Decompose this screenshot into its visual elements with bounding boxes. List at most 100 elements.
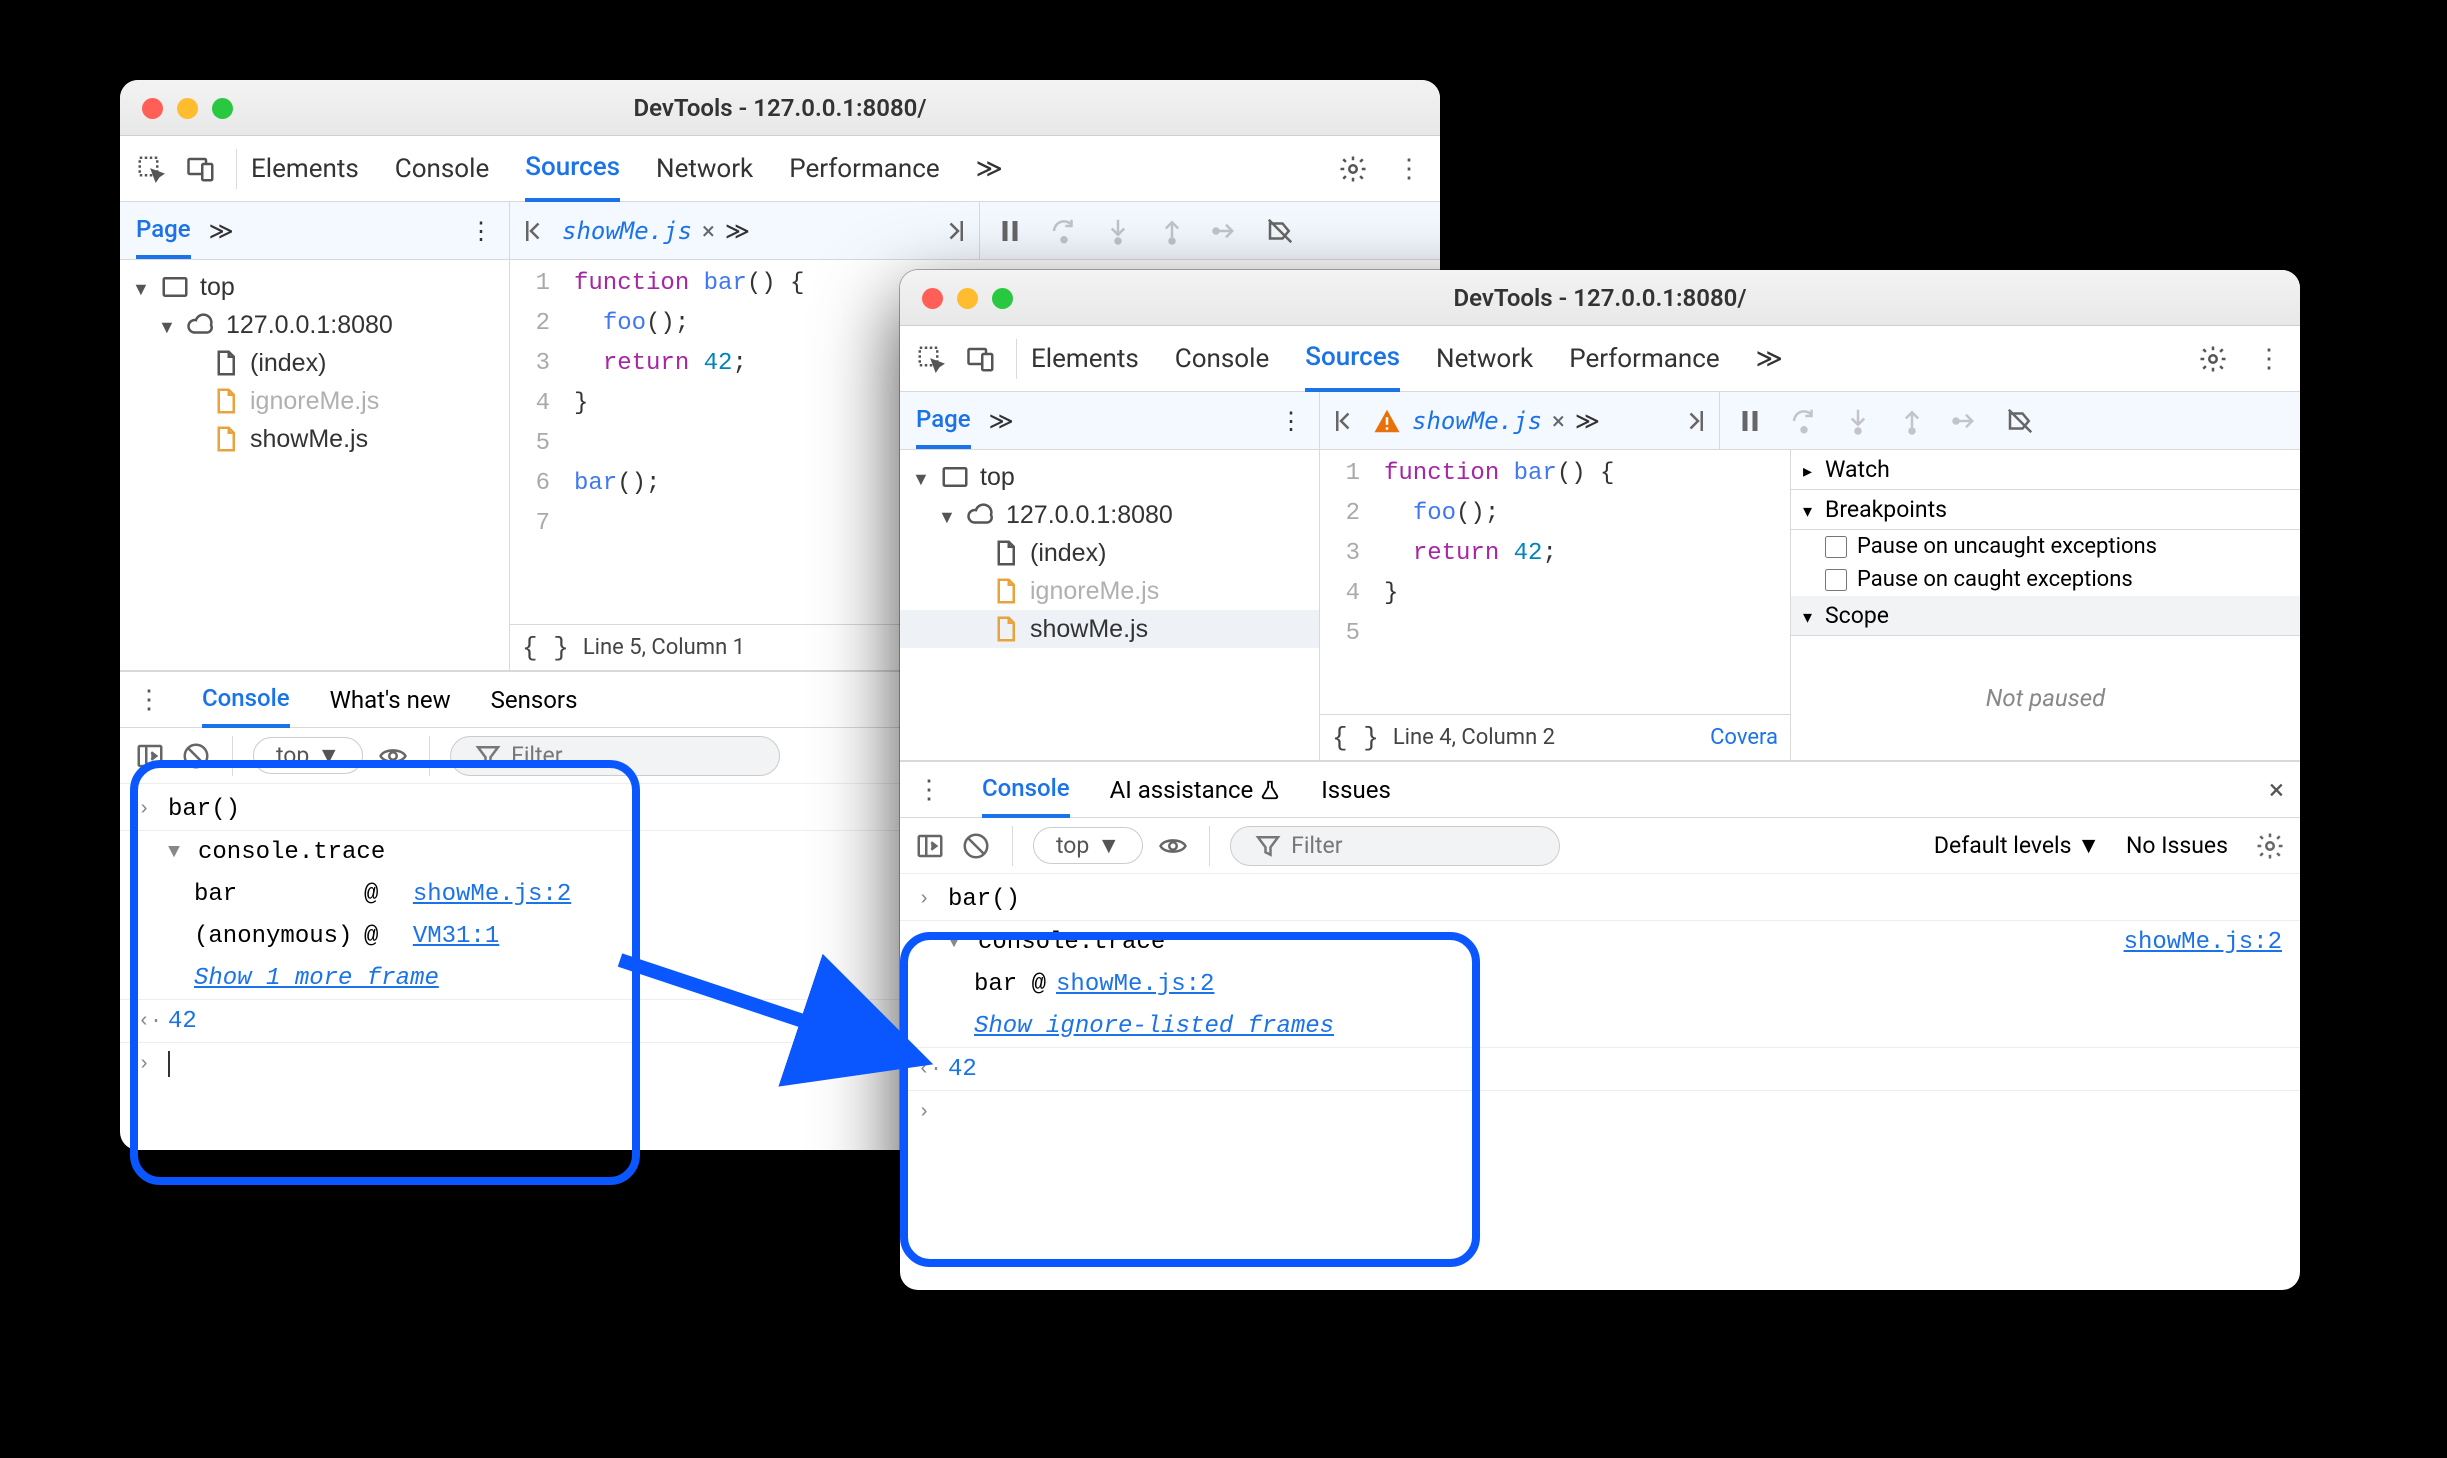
tab-console[interactable]: Console: [1175, 326, 1269, 391]
more-tabs-icon[interactable]: ≫: [976, 136, 1003, 201]
close-tab-icon[interactable]: ×: [702, 217, 715, 245]
kebab-icon[interactable]: ⋮: [2248, 338, 2290, 380]
code-lines[interactable]: function bar() { foo(); return 42;}: [1370, 454, 1614, 714]
tree-top[interactable]: top: [200, 273, 235, 302]
navigator-tree[interactable]: top 127.0.0.1:8080 (index) ignoreMe.js s…: [120, 260, 510, 670]
pretty-print-icon[interactable]: { }: [1332, 723, 1379, 753]
tab-sources[interactable]: Sources: [1305, 327, 1400, 392]
drawer-tab-sensors[interactable]: Sensors: [491, 672, 578, 727]
watch-section[interactable]: Watch: [1791, 450, 2300, 490]
tree-host[interactable]: 127.0.0.1:8080: [226, 311, 393, 340]
show-ignored-frames-link[interactable]: Show ignore-listed frames: [974, 1013, 1334, 1040]
source-link[interactable]: showMe.js:2: [2124, 929, 2282, 956]
step-icon[interactable]: [1210, 215, 1242, 247]
deactivate-breakpoints-icon[interactable]: [2004, 405, 2036, 437]
kebab-icon[interactable]: ⋮: [1388, 148, 1430, 190]
show-more-frames-link[interactable]: Show 1 more frame: [194, 965, 439, 992]
pretty-print-icon[interactable]: { }: [522, 633, 569, 663]
code-lines[interactable]: function bar() { foo(); return 42;}bar()…: [560, 264, 804, 624]
console-filter[interactable]: Filter: [1230, 826, 1560, 866]
live-expression-icon[interactable]: [377, 740, 409, 772]
clear-console-icon[interactable]: [180, 740, 212, 772]
inspect-icon[interactable]: [130, 148, 172, 190]
zoom-window[interactable]: [212, 98, 233, 119]
deactivate-breakpoints-icon[interactable]: [1264, 215, 1296, 247]
inspect-icon[interactable]: [910, 338, 952, 380]
coverage-link[interactable]: Covera: [1710, 725, 1778, 750]
navigator-tab-page[interactable]: Page: [136, 202, 191, 259]
console-filter[interactable]: Filter: [450, 736, 780, 776]
more-tabs-icon[interactable]: ≫: [1756, 326, 1783, 391]
issues-link[interactable]: No Issues: [2126, 832, 2228, 859]
drawer-tab-console[interactable]: Console: [982, 763, 1070, 818]
live-expression-icon[interactable]: [1157, 830, 1189, 862]
drawer-tab-issues[interactable]: Issues: [1321, 762, 1391, 817]
source-link[interactable]: showMe.js:2: [1056, 971, 1214, 998]
drawer-tab-console[interactable]: Console: [202, 673, 290, 728]
minimize-window[interactable]: [957, 288, 978, 309]
console-output[interactable]: ›bar() ▼console.trace showMe.js:2 bar @ …: [900, 874, 2300, 1141]
context-selector[interactable]: top ▼: [253, 737, 363, 774]
pause-icon[interactable]: [1734, 405, 1766, 437]
drawer-tab-ai[interactable]: AI assistance: [1110, 762, 1282, 817]
tab-overflow-icon[interactable]: ≫: [725, 217, 750, 245]
navigator-more-icon[interactable]: ≫: [989, 407, 1014, 435]
tab-performance[interactable]: Performance: [1569, 326, 1719, 391]
tab-elements[interactable]: Elements: [251, 136, 359, 201]
navigator-tree[interactable]: top 127.0.0.1:8080 (index) ignoreMe.js s…: [900, 450, 1320, 760]
pause-caught-checkbox[interactable]: Pause on caught exceptions: [1791, 563, 2300, 596]
step-over-icon[interactable]: [1048, 215, 1080, 247]
close-window[interactable]: [142, 98, 163, 119]
scope-section[interactable]: Scope: [1791, 596, 2300, 636]
console-trace-label[interactable]: console.trace: [978, 929, 1165, 956]
source-link[interactable]: showMe.js:2: [413, 881, 571, 908]
source-link[interactable]: VM31:1: [413, 923, 499, 950]
sidebar-toggle-icon[interactable]: [914, 830, 946, 862]
tab-network[interactable]: Network: [1436, 326, 1533, 391]
step-over-icon[interactable]: [1788, 405, 1820, 437]
tree-file-showme[interactable]: showMe.js: [1030, 615, 1148, 644]
tree-file-index[interactable]: (index): [250, 349, 326, 378]
device-toggle-icon[interactable]: [180, 148, 222, 190]
tab-sources[interactable]: Sources: [525, 137, 620, 202]
console-prompt[interactable]: [168, 1051, 170, 1077]
console-settings-icon[interactable]: [2254, 830, 2286, 862]
close-window[interactable]: [922, 288, 943, 309]
nav-next-icon[interactable]: [1677, 405, 1709, 437]
step-out-icon[interactable]: [1896, 405, 1928, 437]
pause-uncaught-checkbox[interactable]: Pause on uncaught exceptions: [1791, 530, 2300, 563]
step-into-icon[interactable]: [1102, 215, 1134, 247]
drawer-kebab-icon[interactable]: ⋮: [136, 685, 162, 715]
context-selector[interactable]: top ▼: [1033, 827, 1143, 864]
device-toggle-icon[interactable]: [960, 338, 1002, 380]
minimize-window[interactable]: [177, 98, 198, 119]
tree-file-showme[interactable]: showMe.js: [250, 425, 368, 454]
log-levels-selector[interactable]: Default levels ▼: [1934, 832, 2100, 859]
open-file-tab[interactable]: showMe.js: [562, 217, 692, 245]
gear-icon[interactable]: [2192, 338, 2234, 380]
tab-overflow-icon[interactable]: ≫: [1575, 407, 1600, 435]
navigator-tab-page[interactable]: Page: [916, 392, 971, 449]
sidebar-toggle-icon[interactable]: [134, 740, 166, 772]
pause-icon[interactable]: [994, 215, 1026, 247]
drawer-close-icon[interactable]: ×: [2269, 773, 2284, 806]
tab-performance[interactable]: Performance: [789, 136, 939, 201]
breakpoints-section[interactable]: Breakpoints: [1791, 490, 2300, 530]
tab-network[interactable]: Network: [656, 136, 753, 201]
tree-file-index[interactable]: (index): [1030, 539, 1106, 568]
tree-file-ignoreme[interactable]: ignoreMe.js: [1030, 577, 1159, 606]
close-tab-icon[interactable]: ×: [1552, 407, 1565, 435]
gear-icon[interactable]: [1332, 148, 1374, 190]
navigator-kebab-icon[interactable]: ⋮: [469, 217, 493, 245]
navigator-kebab-icon[interactable]: ⋮: [1279, 407, 1303, 435]
tree-top[interactable]: top: [980, 463, 1015, 492]
tab-elements[interactable]: Elements: [1031, 326, 1139, 391]
tab-console[interactable]: Console: [395, 136, 489, 201]
open-file-tab[interactable]: showMe.js: [1412, 407, 1542, 435]
console-trace-label[interactable]: console.trace: [198, 839, 385, 866]
step-out-icon[interactable]: [1156, 215, 1188, 247]
step-icon[interactable]: [1950, 405, 1982, 437]
navigator-more-icon[interactable]: ≫: [209, 217, 234, 245]
nav-next-icon[interactable]: [937, 215, 969, 247]
nav-prev-icon[interactable]: [520, 215, 552, 247]
